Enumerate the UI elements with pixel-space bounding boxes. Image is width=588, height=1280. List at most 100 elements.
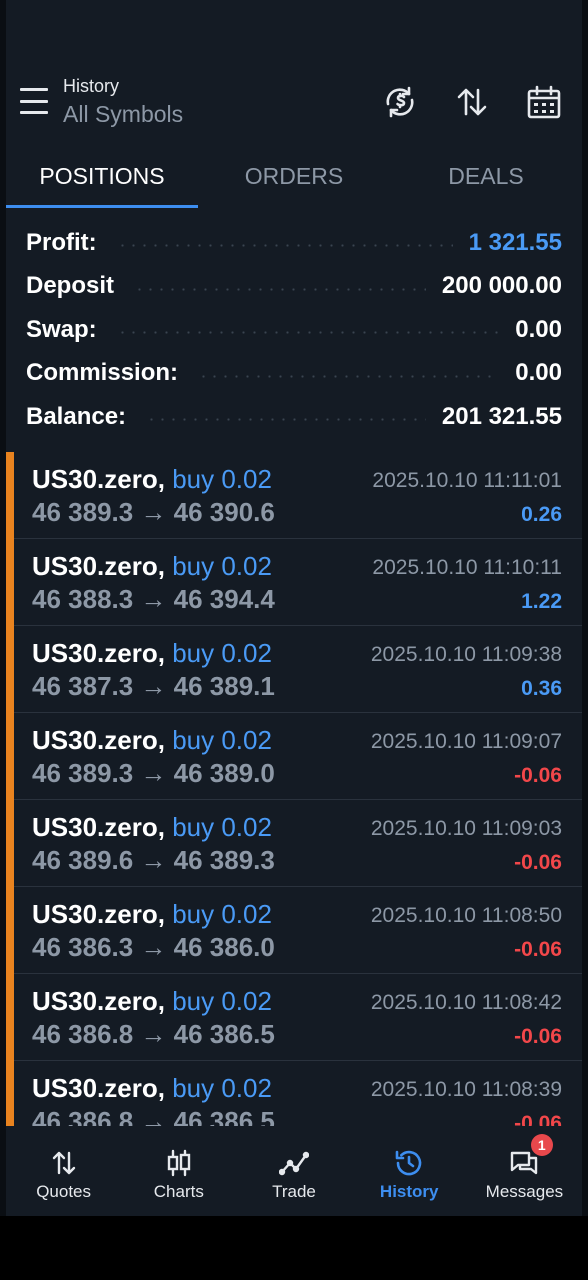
sort-icon[interactable] [454, 84, 490, 120]
tab-positions[interactable]: POSITIONS [6, 150, 198, 210]
nav-quotes[interactable]: Quotes [6, 1126, 121, 1216]
symbol-filter[interactable]: All Symbols [63, 101, 183, 128]
symbol: US30.zero, [32, 812, 165, 842]
side-volume: buy 0.02 [172, 986, 272, 1016]
dotted-leader [198, 374, 500, 378]
close-time: 2025.10.10 11:08:50 [370, 904, 562, 927]
deposit-row: Deposit 200 000.00 [6, 265, 582, 309]
price-range: 46 389.6 → 46 389.3 [32, 845, 275, 875]
swap-value: 0.00 [515, 315, 562, 343]
commission-row: Commission: 0.00 [6, 352, 582, 396]
position-marker [6, 452, 14, 1126]
profit-loss: -0.06 [514, 764, 562, 787]
side-volume: buy 0.02 [172, 899, 272, 929]
profit-loss: -0.06 [514, 938, 562, 961]
symbol: US30.zero, [32, 1073, 165, 1103]
profit-loss: -0.06 [514, 1112, 562, 1126]
right-edge [582, 0, 588, 1280]
bottom-navigation: Quotes Charts Trade History Messages 1 [6, 1126, 582, 1216]
currency-sync-icon[interactable] [382, 84, 418, 120]
list-item[interactable]: US30.zero, buy 0.02 46 386.3 → 46 386.0 … [14, 887, 582, 974]
positions-list[interactable]: US30.zero, buy 0.02 46 389.3 → 46 390.6 … [6, 452, 582, 1126]
position-title: US30.zero, buy 0.02 [32, 1073, 272, 1104]
price-range: 46 387.3 → 46 389.1 [32, 671, 275, 701]
price-range: 46 389.3 → 46 390.6 [32, 497, 275, 527]
dotted-leader [146, 418, 426, 422]
list-item[interactable]: US30.zero, buy 0.02 46 389.6 → 46 389.3 … [14, 800, 582, 887]
nav-label: Trade [272, 1182, 316, 1201]
side-volume: buy 0.02 [172, 638, 272, 668]
nav-history[interactable]: History [352, 1126, 467, 1216]
profit-loss: 0.36 [521, 677, 562, 700]
position-title: US30.zero, buy 0.02 [32, 899, 272, 930]
list-item[interactable]: US30.zero, buy 0.02 46 386.8 → 46 386.5 … [14, 1061, 582, 1126]
position-title: US30.zero, buy 0.02 [32, 551, 272, 582]
close-time: 2025.10.10 11:09:07 [370, 730, 562, 753]
price-range: 46 386.3 → 46 386.0 [32, 932, 275, 962]
price-range: 46 389.3 → 46 389.0 [32, 758, 275, 788]
profit-label: Profit: [26, 228, 97, 256]
commission-value: 0.00 [515, 359, 562, 387]
app-header: History All Symbols [6, 0, 582, 150]
close-time: 2025.10.10 11:11:01 [372, 469, 562, 492]
dotted-leader [116, 331, 500, 335]
symbol: US30.zero, [32, 551, 165, 581]
tab-orders[interactable]: ORDERS [198, 150, 390, 210]
position-title: US30.zero, buy 0.02 [32, 638, 272, 669]
side-volume: buy 0.02 [172, 1073, 272, 1103]
dotted-leader [134, 287, 426, 291]
side-volume: buy 0.02 [172, 725, 272, 755]
profit-value: 1 321.55 [468, 228, 562, 256]
position-title: US30.zero, buy 0.02 [32, 725, 272, 756]
symbol: US30.zero, [32, 725, 165, 755]
list-item[interactable]: US30.zero, buy 0.02 46 387.3 → 46 389.1 … [14, 626, 582, 713]
list-item[interactable]: US30.zero, buy 0.02 46 389.3 → 46 389.0 … [14, 713, 582, 800]
system-nav-area [0, 1216, 588, 1280]
close-time: 2025.10.10 11:09:38 [370, 643, 562, 666]
symbol: US30.zero, [32, 464, 165, 494]
tab-deals[interactable]: DEALS [390, 150, 582, 210]
menu-icon[interactable] [20, 88, 48, 114]
profit-loss: -0.06 [514, 851, 562, 874]
price-range: 46 386.8 → 46 386.5 [32, 1106, 275, 1126]
list-item[interactable]: US30.zero, buy 0.02 46 388.3 → 46 394.4 … [14, 539, 582, 626]
nav-label: History [379, 1182, 439, 1201]
history-screen: History All Symbols POSITIONS ORDERS DEA… [0, 0, 588, 1280]
nav-label: Charts [153, 1182, 204, 1201]
quotes-arrows-icon [52, 1151, 75, 1175]
unread-badge: 1 [530, 1134, 553, 1156]
list-item[interactable]: US30.zero, buy 0.02 46 389.3 → 46 390.6 … [14, 452, 582, 539]
nav-label: Messages [485, 1182, 564, 1201]
side-volume: buy 0.02 [172, 812, 272, 842]
balance-row: Balance: 201 321.55 [6, 395, 582, 439]
nav-messages[interactable]: Messages 1 [467, 1126, 582, 1216]
close-time: 2025.10.10 11:10:11 [372, 556, 562, 579]
profit-loss: 1.22 [521, 590, 562, 613]
profit-loss: 0.26 [521, 503, 562, 526]
side-volume: buy 0.02 [172, 464, 272, 494]
balance-value: 201 321.55 [441, 402, 562, 430]
profit-loss: -0.06 [514, 1025, 562, 1048]
list-item[interactable]: US30.zero, buy 0.02 46 386.8 → 46 386.5 … [14, 974, 582, 1061]
swap-label: Swap: [26, 315, 97, 343]
commission-label: Commission: [26, 359, 179, 387]
symbol: US30.zero, [32, 638, 165, 668]
trade-line-icon [279, 1151, 309, 1176]
nav-label: Quotes [36, 1182, 91, 1201]
close-time: 2025.10.10 11:08:39 [370, 1078, 562, 1101]
nav-charts[interactable]: Charts [121, 1126, 236, 1216]
page-title: History [63, 76, 120, 96]
profit-row: Profit: 1 321.55 [6, 221, 582, 265]
price-range: 46 388.3 → 46 394.4 [32, 584, 275, 614]
nav-trade[interactable]: Trade [236, 1126, 351, 1216]
swap-row: Swap: 0.00 [6, 308, 582, 352]
close-time: 2025.10.10 11:08:42 [370, 991, 562, 1014]
calendar-icon[interactable] [526, 84, 562, 120]
symbol: US30.zero, [32, 986, 165, 1016]
deposit-value: 200 000.00 [441, 272, 562, 300]
symbol: US30.zero, [32, 899, 165, 929]
price-range: 46 386.8 → 46 386.5 [32, 1019, 275, 1049]
candlestick-icon [167, 1149, 190, 1177]
close-time: 2025.10.10 11:09:03 [370, 817, 562, 840]
deposit-label: Deposit [26, 272, 115, 300]
